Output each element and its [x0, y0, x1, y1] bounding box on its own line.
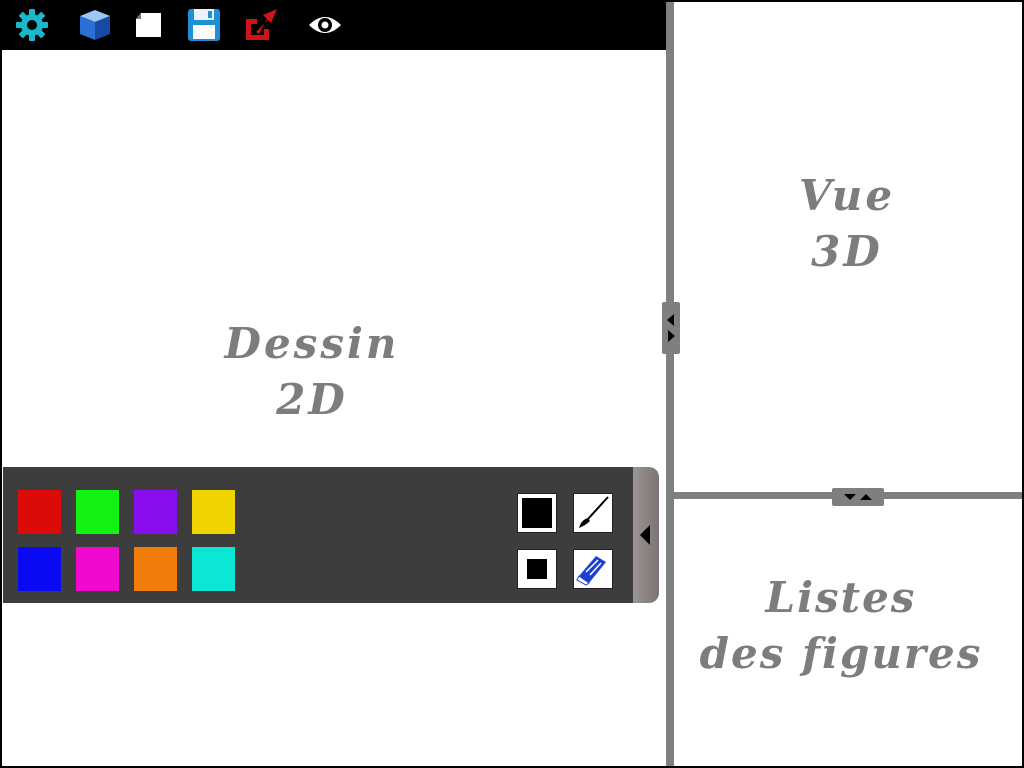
settings-button[interactable] [14, 7, 50, 43]
color-swatch-orange[interactable] [134, 547, 177, 591]
cube-icon [80, 10, 110, 40]
arrow-right-icon [668, 330, 675, 342]
small-square-tool-button[interactable] [517, 549, 557, 589]
color-swatch-cyan[interactable] [192, 547, 235, 591]
palette-toggle-tab[interactable] [633, 467, 659, 603]
drawing-label-line2: 2D [276, 374, 348, 424]
eraser-icon [576, 556, 606, 586]
figures-label-line1: Listes [765, 573, 917, 622]
drawing-label-line1: Dessin [224, 319, 400, 368]
color-swatch-purple[interactable] [134, 490, 177, 534]
arrow-up-icon [860, 494, 872, 500]
page-icon [136, 13, 161, 37]
color-swatch-red[interactable] [18, 490, 61, 534]
drawing-2d-panel-label: Dessin 2D [212, 316, 412, 428]
visibility-button[interactable] [307, 7, 343, 43]
color-swatch-green[interactable] [76, 490, 119, 534]
color-swatch-magenta[interactable] [76, 547, 119, 591]
save-button[interactable] [186, 7, 222, 43]
horizontal-splitter-handle[interactable] [832, 488, 884, 506]
figures-label-line2: des figures [699, 628, 983, 678]
gear-icon [16, 9, 48, 41]
color-swatch-yellow[interactable] [192, 490, 235, 534]
arrow-down-icon [844, 494, 856, 500]
collapse-left-icon [640, 525, 650, 545]
small-square-icon [527, 559, 547, 579]
arrow-left-icon [667, 314, 674, 326]
new-document-button[interactable] [131, 7, 167, 43]
color-swatch-blue[interactable] [18, 547, 61, 591]
top-toolbar [0, 0, 667, 50]
figures-list-panel-label: Listes des figures [686, 570, 996, 682]
vertical-splitter[interactable] [666, 0, 674, 768]
fill-square-tool-button[interactable] [517, 493, 557, 533]
eye-icon [309, 17, 341, 33]
vertical-splitter-handle[interactable] [662, 302, 680, 354]
share-arrow-icon [246, 9, 277, 40]
export-button[interactable] [242, 7, 278, 43]
filled-square-icon [522, 498, 552, 528]
brush-tool-button[interactable] [573, 493, 613, 533]
3d-view-button[interactable] [77, 7, 113, 43]
view3d-label-line1: Vue [798, 171, 896, 220]
paintbrush-icon [579, 496, 609, 528]
eraser-tool-button[interactable] [573, 549, 613, 589]
color-palette [3, 467, 634, 603]
view-3d-panel-label: Vue 3D [772, 168, 922, 280]
floppy-disk-icon [188, 9, 220, 41]
view3d-label-line2: 3D [811, 226, 883, 276]
